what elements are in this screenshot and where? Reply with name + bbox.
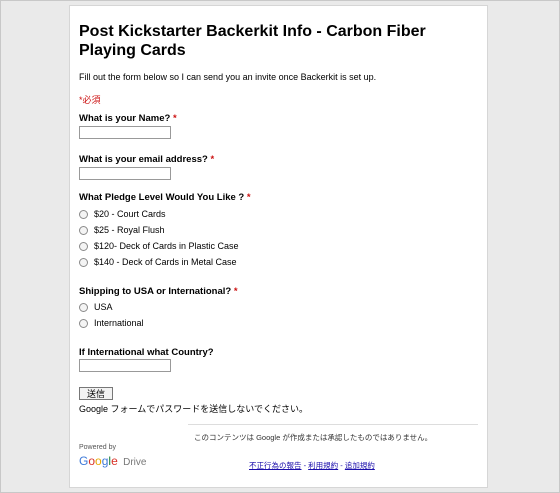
shipping-option-international[interactable]: International [79, 318, 144, 328]
shipping-question-label: Shipping to USA or International? * [79, 286, 238, 297]
shipping-option-label: USA [94, 302, 113, 312]
pledge-option-25[interactable]: $25 - Royal Flush [79, 225, 165, 235]
radio-button[interactable] [79, 225, 88, 235]
form-title: Post Kickstarter Backerkit Info - Carbon… [79, 23, 426, 59]
email-input[interactable] [79, 167, 171, 180]
form-card: Post Kickstarter Backerkit Info - Carbon… [69, 5, 488, 488]
submit-button[interactable]: 送信 [79, 387, 113, 400]
email-question-label: What is your email address? * [79, 154, 214, 165]
country-question-text: If International what Country? [79, 347, 214, 358]
logo-letter: o [95, 454, 102, 468]
pledge-option-label: $25 - Royal Flush [94, 225, 165, 235]
radio-button[interactable] [79, 257, 88, 267]
link-separator: - [338, 461, 345, 470]
radio-button[interactable] [79, 241, 88, 251]
country-input[interactable] [79, 359, 171, 372]
pledge-option-20[interactable]: $20 - Court Cards [79, 209, 166, 219]
required-mark: * [246, 192, 251, 203]
logo-letter: e [111, 454, 118, 468]
pledge-question-text: What Pledge Level Would You Like ? [79, 192, 245, 203]
google-drive-logo[interactable]: Google Drive [79, 454, 146, 468]
pledge-option-120[interactable]: $120- Deck of Cards in Plastic Case [79, 241, 239, 251]
radio-button[interactable] [79, 302, 88, 312]
logo-letter: G [79, 454, 89, 468]
country-question-label: If International what Country? [79, 347, 214, 358]
pledge-option-label: $20 - Court Cards [94, 209, 166, 219]
shipping-question-text: Shipping to USA or International? [79, 286, 232, 297]
radio-button[interactable] [79, 318, 88, 328]
email-question-text: What is your email address? [79, 154, 208, 165]
required-mark: * [172, 113, 177, 124]
shipping-option-label: International [94, 318, 144, 328]
radio-button[interactable] [79, 209, 88, 219]
name-input[interactable] [79, 126, 171, 139]
additional-terms-link[interactable]: 追加規約 [345, 461, 375, 470]
powered-by-label: Powered by [79, 444, 116, 451]
form-description: Fill out the form below so I can send yo… [79, 72, 377, 82]
shipping-option-usa[interactable]: USA [79, 302, 113, 312]
required-note: *必須 [79, 95, 101, 105]
required-mark: * [233, 286, 238, 297]
pledge-option-label: $120- Deck of Cards in Plastic Case [94, 241, 239, 251]
terms-link[interactable]: 利用規約 [308, 461, 338, 470]
pledge-option-label: $140 - Deck of Cards in Metal Case [94, 257, 237, 267]
name-question-label: What is your Name? * [79, 113, 177, 124]
pledge-option-140[interactable]: $140 - Deck of Cards in Metal Case [79, 257, 237, 267]
footer-links: 不正行為の報告 - 利用規約 - 追加規約 [249, 460, 375, 471]
footer-divider [188, 424, 478, 425]
password-warning: Google フォームでパスワードを送信しないでください。 [79, 404, 308, 414]
required-mark: * [210, 154, 215, 165]
pledge-question-label: What Pledge Level Would You Like ? * [79, 192, 251, 203]
name-question-text: What is your Name? [79, 113, 171, 124]
google-disclaimer: このコンテンツは Google が作成または承認したものではありません。 [194, 433, 433, 442]
logo-product-name: Drive [123, 457, 147, 468]
report-abuse-link[interactable]: 不正行為の報告 [249, 461, 302, 470]
